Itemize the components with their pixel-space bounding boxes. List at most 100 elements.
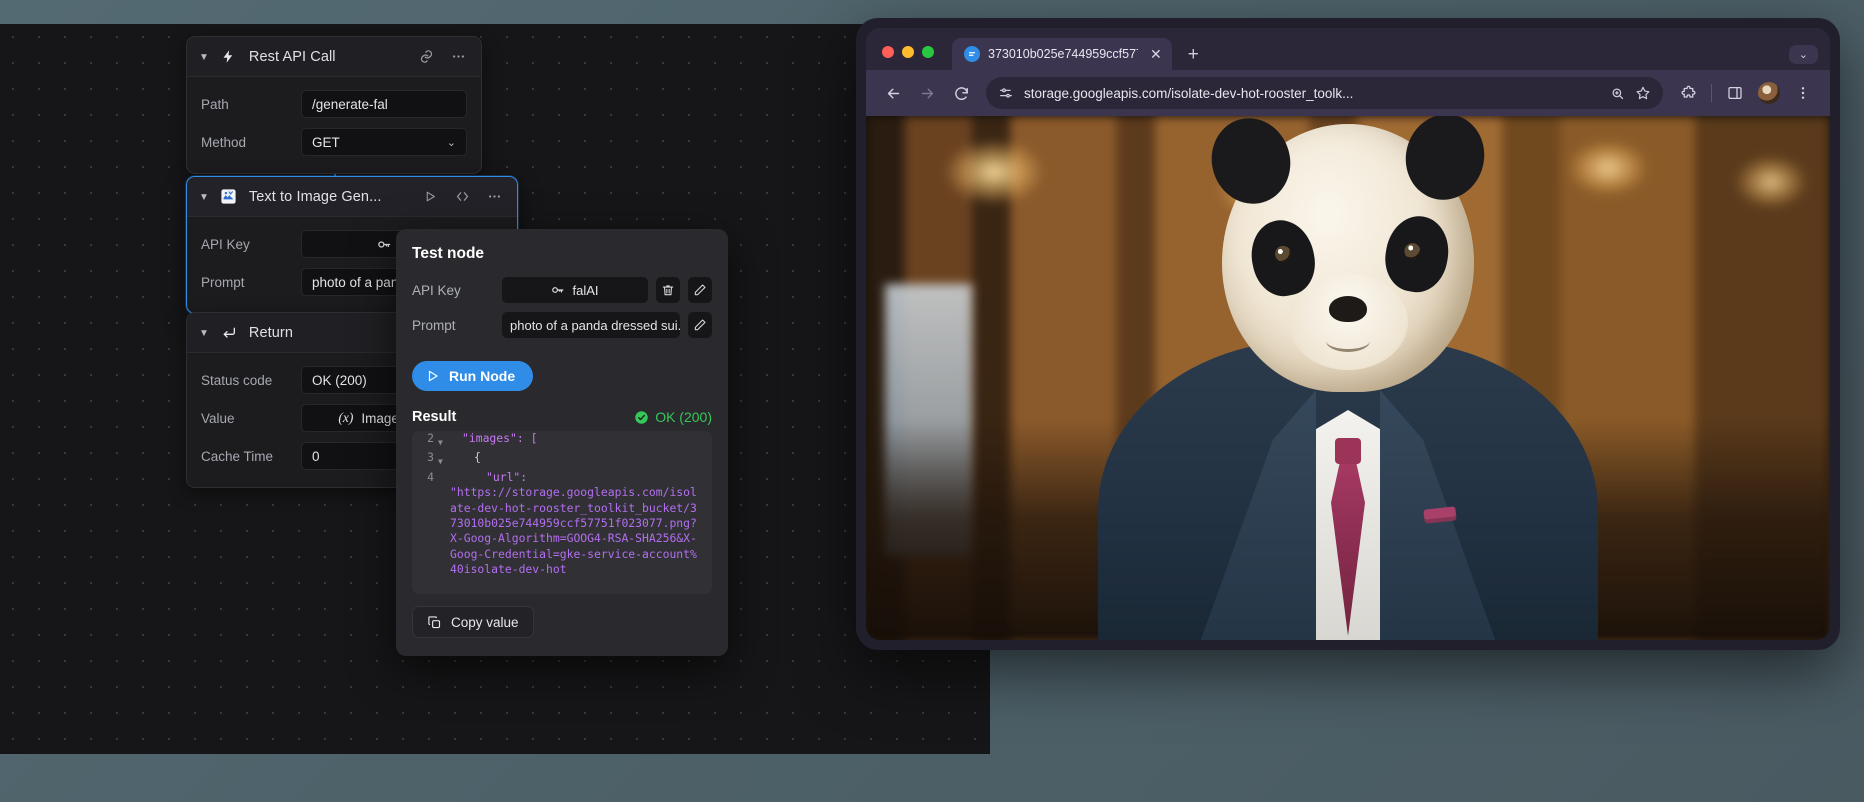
tie-knot xyxy=(1335,438,1361,464)
node-header[interactable]: ▼ Rest API Call xyxy=(187,37,481,77)
close-window-button[interactable] xyxy=(882,46,894,58)
panda-muzzle xyxy=(1288,274,1408,370)
field-label: Path xyxy=(201,97,301,112)
collapse-caret-icon[interactable]: ▼ xyxy=(199,329,209,339)
line-number: 2 xyxy=(416,431,438,450)
more-icon[interactable] xyxy=(483,186,505,208)
panda-photo xyxy=(866,116,1830,640)
profile-avatar-icon xyxy=(1758,82,1780,104)
field-row-method: Method GET ⌄ xyxy=(201,127,467,157)
back-arrow-icon[interactable] xyxy=(878,78,908,108)
code-line: 3 ▼ { xyxy=(416,450,702,469)
link-icon[interactable] xyxy=(415,46,437,68)
panda-nose xyxy=(1329,296,1367,322)
browser-chrome: 373010b025e744959ccf5775 ✕ + ⌄ xyxy=(866,28,1830,640)
play-icon[interactable] xyxy=(419,186,441,208)
traffic-lights[interactable] xyxy=(874,46,946,70)
tab-bar[interactable]: 373010b025e744959ccf5775 ✕ + ⌄ xyxy=(866,28,1830,70)
more-icon[interactable] xyxy=(447,46,469,68)
code-line: 4 "url": xyxy=(416,470,702,485)
method-select[interactable]: GET ⌄ xyxy=(301,128,467,156)
field-label: Prompt xyxy=(412,318,494,333)
field-label: API Key xyxy=(412,283,494,298)
kebab-menu-icon[interactable] xyxy=(1788,78,1818,108)
node-title: Return xyxy=(249,325,293,341)
minimize-window-button[interactable] xyxy=(902,46,914,58)
code-lines: 2 ▼ "images": [ 3 ▼ { 4 "url": xyxy=(416,431,702,578)
api-key-value: falAI xyxy=(572,283,598,298)
copy-value-label: Copy value xyxy=(451,615,519,630)
forward-arrow-icon[interactable] xyxy=(912,78,942,108)
lightning-icon xyxy=(219,47,239,67)
code-text: "images": [ xyxy=(450,431,537,450)
zoom-in-icon[interactable] xyxy=(1610,86,1625,101)
close-icon[interactable]: ✕ xyxy=(1150,46,1162,63)
field-row-path: Path /generate-fal xyxy=(201,89,467,119)
pencil-icon[interactable] xyxy=(688,277,712,303)
page-viewport[interactable] xyxy=(866,116,1830,640)
chevron-down-icon: ⌄ xyxy=(447,136,456,149)
run-node-label: Run Node xyxy=(449,368,515,384)
api-key-input[interactable]: falAI xyxy=(502,277,648,303)
key-icon xyxy=(551,283,565,297)
browser-window[interactable]: 373010b025e744959ccf5775 ✕ + ⌄ xyxy=(856,18,1840,650)
field-label: Value xyxy=(201,411,301,426)
page-icon xyxy=(964,46,980,62)
panda-eyepatch-right xyxy=(1380,211,1454,297)
copy-value-button[interactable]: Copy value xyxy=(412,606,534,638)
panda-eye-left xyxy=(1274,244,1293,263)
address-bar[interactable]: storage.googleapis.com/isolate-dev-hot-r… xyxy=(986,77,1663,109)
star-icon[interactable] xyxy=(1635,85,1651,101)
side-panel-icon[interactable] xyxy=(1720,78,1750,108)
collapse-caret-icon[interactable]: ▼ xyxy=(199,193,209,203)
panda-eye-right xyxy=(1403,242,1422,261)
line-number-spacer xyxy=(416,485,438,577)
test-field-api-key: API Key falAI xyxy=(412,277,712,303)
fold-caret-icon[interactable]: ▼ xyxy=(438,450,450,469)
path-input[interactable]: /generate-fal xyxy=(301,90,467,118)
trash-icon[interactable] xyxy=(656,277,680,303)
avatar[interactable] xyxy=(1754,78,1784,108)
node-rest-api-call[interactable]: ▼ Rest API Call Path /generate-fal xyxy=(186,36,482,174)
code-line-url: "https://storage.googleapis.com/isolate-… xyxy=(416,485,702,577)
new-tab-button[interactable]: + xyxy=(1178,45,1209,70)
run-node-button[interactable]: Run Node xyxy=(412,361,533,391)
collapse-caret-icon[interactable]: ▼ xyxy=(199,53,209,63)
panda-mouth xyxy=(1326,330,1370,352)
fold-caret-icon[interactable]: ▼ xyxy=(438,431,450,450)
result-title: Result xyxy=(412,409,456,425)
browser-toolbar[interactable]: storage.googleapis.com/isolate-dev-hot-r… xyxy=(866,70,1830,116)
url-text: storage.googleapis.com/isolate-dev-hot-r… xyxy=(1024,86,1600,101)
tune-icon[interactable] xyxy=(998,85,1014,101)
node-title: Rest API Call xyxy=(249,49,336,65)
code-icon[interactable] xyxy=(451,186,473,208)
copy-icon xyxy=(427,615,442,630)
line-number: 4 xyxy=(416,470,438,485)
return-arrow-icon xyxy=(219,323,239,343)
field-label: Prompt xyxy=(201,275,301,290)
result-code-block[interactable]: 2 ▼ "images": [ 3 ▼ { 4 "url": xyxy=(412,431,712,594)
code-text: { xyxy=(450,450,481,469)
image-grid-icon xyxy=(219,187,239,207)
reload-icon[interactable] xyxy=(946,78,976,108)
panda-head xyxy=(1222,124,1474,392)
maximize-window-button[interactable] xyxy=(922,46,934,58)
workflow-canvas[interactable]: ▼ Rest API Call Path /generate-fal xyxy=(0,24,990,754)
browser-tab[interactable]: 373010b025e744959ccf5775 ✕ xyxy=(952,38,1172,70)
status-badge: OK (200) xyxy=(634,409,712,425)
test-node-panel[interactable]: Test node API Key falAI Prompt p xyxy=(396,229,728,656)
field-label: Status code xyxy=(201,373,301,388)
test-node-title: Test node xyxy=(412,245,712,263)
pencil-icon[interactable] xyxy=(688,312,712,338)
node-header[interactable]: ▼ Text to Image Gen... xyxy=(187,177,517,217)
node-body: Path /generate-fal Method GET ⌄ xyxy=(187,77,481,173)
variable-icon: (x) xyxy=(338,410,353,426)
check-circle-icon xyxy=(634,410,649,425)
prompt-input[interactable]: photo of a panda dressed sui... xyxy=(502,312,680,338)
code-text: "url": xyxy=(450,470,527,485)
status-text: OK (200) xyxy=(655,409,712,425)
puzzle-icon[interactable] xyxy=(1673,78,1703,108)
field-label: API Key xyxy=(201,237,301,252)
chevron-down-icon[interactable]: ⌄ xyxy=(1789,45,1818,64)
field-label: Cache Time xyxy=(201,449,301,464)
